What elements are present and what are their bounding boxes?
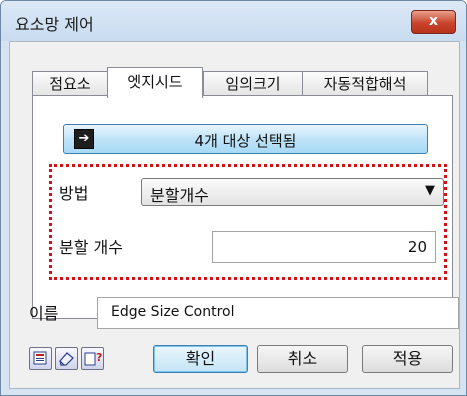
tab-panel-edge-seed: ➔ 4개 대상 선택됨 방법 분할개수 ▼ 분할 개수 20	[32, 95, 453, 319]
document-icon[interactable]	[29, 347, 52, 370]
eraser-icon[interactable]	[55, 347, 78, 370]
tab-point-element[interactable]: 점요소	[32, 71, 108, 96]
division-count-label: 분할 개수	[59, 238, 123, 257]
tab-label: 점요소	[49, 75, 91, 93]
name-input[interactable]: Edge Size Control	[97, 297, 459, 329]
name-value: Edge Size Control	[111, 304, 235, 320]
tab-edge-seed[interactable]: 엣지시드	[107, 67, 203, 98]
svg-text:?: ?	[96, 351, 102, 364]
highlight-box: 방법 분할개수 ▼ 분할 개수 20	[49, 164, 447, 280]
window-title: 요소망 제어	[15, 15, 94, 34]
method-label: 방법	[59, 184, 89, 203]
chevron-down-icon: ▼	[425, 183, 435, 198]
apply-button[interactable]: 적용	[362, 345, 453, 373]
close-icon: x	[428, 13, 439, 29]
help-icon[interactable]: ?	[81, 347, 104, 370]
division-count-input[interactable]: 20	[212, 231, 436, 263]
title-bar[interactable]: 요소망 제어 x	[1, 1, 466, 41]
tab-label: 임의크기	[225, 75, 281, 93]
ok-button[interactable]: 확인	[153, 345, 248, 373]
dialog-window: 요소망 제어 x 점요소 엣지시드 임의크기 자동적합해석 ➔ 4개 대상 선택…	[0, 0, 467, 396]
method-dropdown[interactable]: 분할개수 ▼	[141, 178, 444, 206]
tab-auto-fit-analysis[interactable]: 자동적합해석	[302, 71, 428, 96]
division-count-value: 20	[407, 238, 427, 256]
tab-arbitrary-size[interactable]: 임의크기	[203, 71, 303, 96]
method-value: 분할개수	[150, 186, 209, 205]
dialog-body: 점요소 엣지시드 임의크기 자동적합해석 ➔ 4개 대상 선택됨 방법 분할개수	[9, 41, 460, 389]
tab-label: 엣지시드	[127, 73, 183, 91]
tab-label: 자동적합해석	[323, 75, 407, 93]
name-label: 이름	[29, 304, 59, 323]
select-targets-button[interactable]: ➔ 4개 대상 선택됨	[63, 124, 428, 154]
close-button[interactable]: x	[411, 10, 456, 34]
select-targets-label: 4개 대상 선택됨	[194, 132, 297, 150]
cancel-button[interactable]: 취소	[257, 345, 348, 373]
